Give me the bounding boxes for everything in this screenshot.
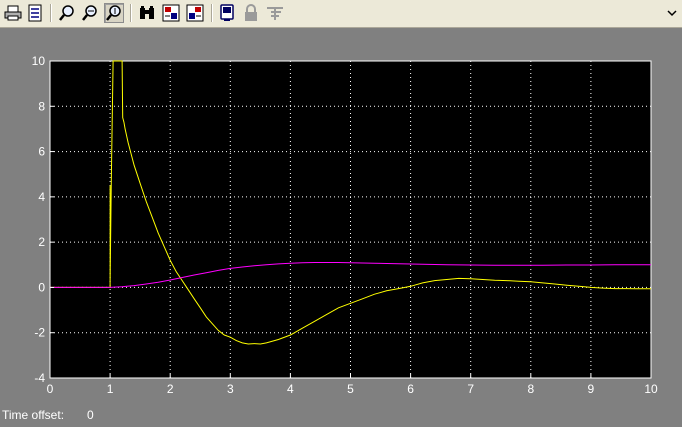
y-tick-label: 6 (38, 145, 45, 159)
x-tick-label: 9 (588, 382, 595, 396)
y-tick-label: -4 (34, 371, 45, 385)
time-offset-label: Time offset: (2, 408, 65, 422)
y-tick-label: 2 (38, 235, 45, 249)
x-tick-label: 5 (347, 382, 354, 396)
x-tick-label: 0 (47, 382, 54, 396)
x-tick-label: 1 (107, 382, 114, 396)
x-tick-label: 6 (407, 382, 414, 396)
plot-area[interactable] (49, 60, 652, 379)
x-tick-label: 7 (467, 382, 474, 396)
x-tick-label: 2 (167, 382, 174, 396)
x-tick-label: 8 (527, 382, 534, 396)
time-offset-value: 0 (87, 408, 94, 422)
scope-plot[interactable]: 0 1 2 3 4 5 6 7 8 9 10 -4-20246810 (0, 0, 682, 427)
y-tick-label: 10 (32, 54, 46, 68)
y-tick-label: 8 (38, 99, 45, 113)
y-tick-label: 0 (38, 280, 45, 294)
y-tick-label: -2 (34, 326, 45, 340)
y-tick-label: 4 (38, 190, 45, 204)
x-tick-label: 4 (287, 382, 294, 396)
status-bar: Time offset: 0 (0, 405, 682, 427)
x-tick-label: 3 (227, 382, 234, 396)
x-tick-label: 10 (644, 382, 658, 396)
